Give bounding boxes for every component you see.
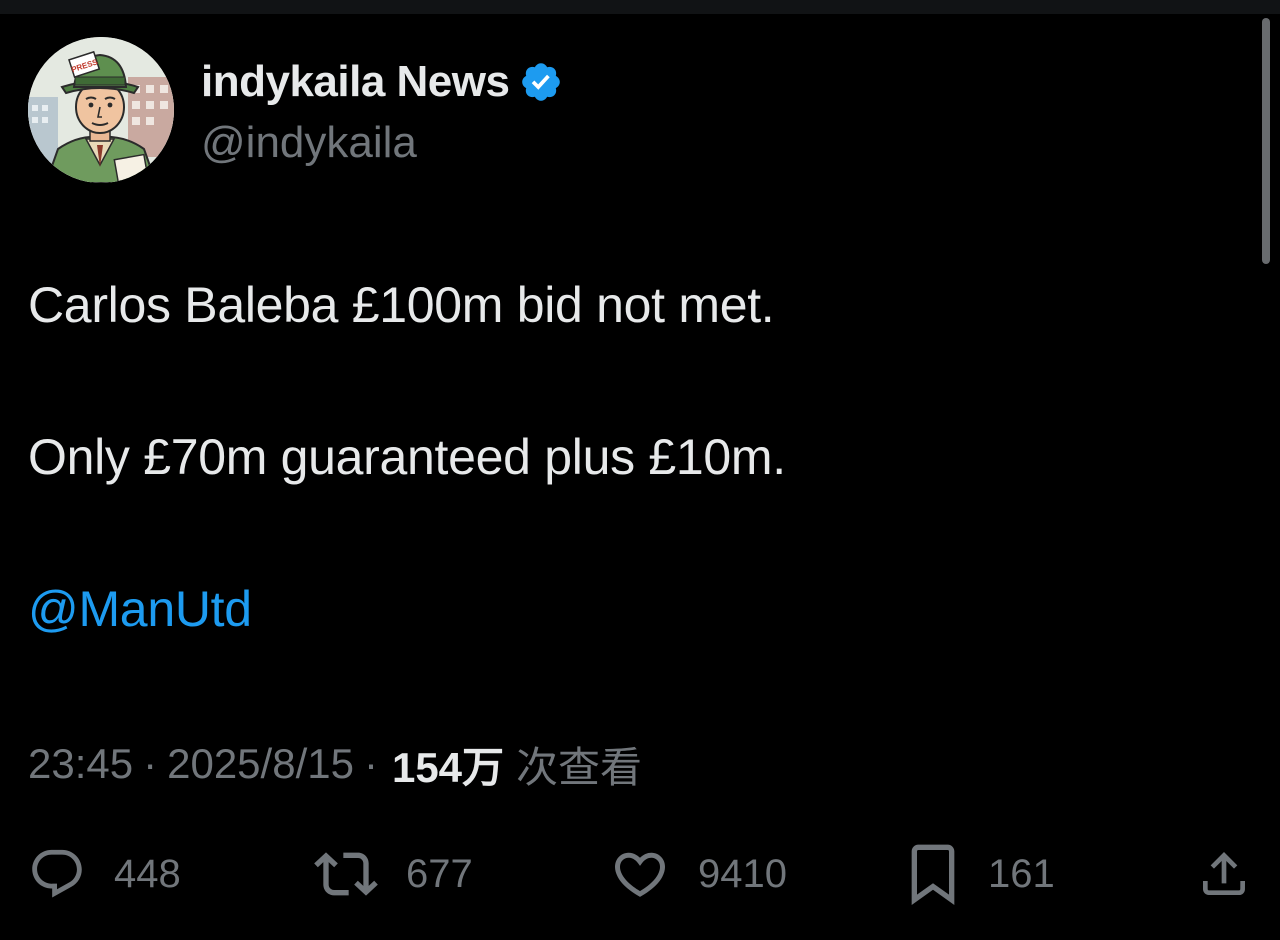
- reply-button[interactable]: 448: [28, 844, 181, 904]
- repost-icon: [314, 852, 378, 896]
- repost-button[interactable]: 677: [314, 844, 473, 904]
- like-count: 9410: [698, 851, 787, 896]
- bookmark-count: 161: [988, 851, 1055, 896]
- avatar[interactable]: PRESS: [28, 37, 174, 183]
- verified-badge-icon[interactable]: [519, 60, 563, 104]
- mention-link[interactable]: @ManUtd: [28, 580, 252, 638]
- author-handle[interactable]: @indykaila: [201, 118, 417, 168]
- meta-separator-2: ·: [363, 740, 378, 787]
- press-reporter-avatar-icon: PRESS: [28, 37, 174, 183]
- scrollbar-thumb[interactable]: [1262, 18, 1270, 264]
- top-status-strip: [0, 0, 1280, 14]
- tweet-date[interactable]: 2025/8/15: [167, 740, 354, 788]
- tweet-text-line-1: Carlos Baleba £100m bid not met.: [28, 277, 775, 333]
- bookmark-button[interactable]: 161: [906, 844, 1055, 906]
- share-icon: [1203, 852, 1245, 895]
- repost-count: 677: [406, 851, 473, 896]
- tweet-text-line-2: Only £70m guaranteed plus £10m.: [28, 429, 786, 485]
- reply-count: 448: [114, 851, 181, 896]
- meta-separator-1: ·: [143, 740, 158, 787]
- views-count[interactable]: 154万: [392, 734, 504, 795]
- views-label: 次查看: [516, 743, 643, 791]
- tweet-time[interactable]: 23:45: [28, 740, 133, 788]
- reply-icon: [32, 849, 82, 898]
- author-name-row[interactable]: indykaila News: [201, 56, 563, 108]
- tweet-meta-row: 23:45 · 2025/8/15 · 154万 次查看: [28, 736, 642, 792]
- like-button[interactable]: 9410: [610, 844, 787, 904]
- display-name[interactable]: indykaila News: [201, 57, 510, 107]
- share-button[interactable]: [1196, 844, 1252, 904]
- like-icon: [614, 852, 666, 897]
- bookmark-icon: [911, 844, 955, 906]
